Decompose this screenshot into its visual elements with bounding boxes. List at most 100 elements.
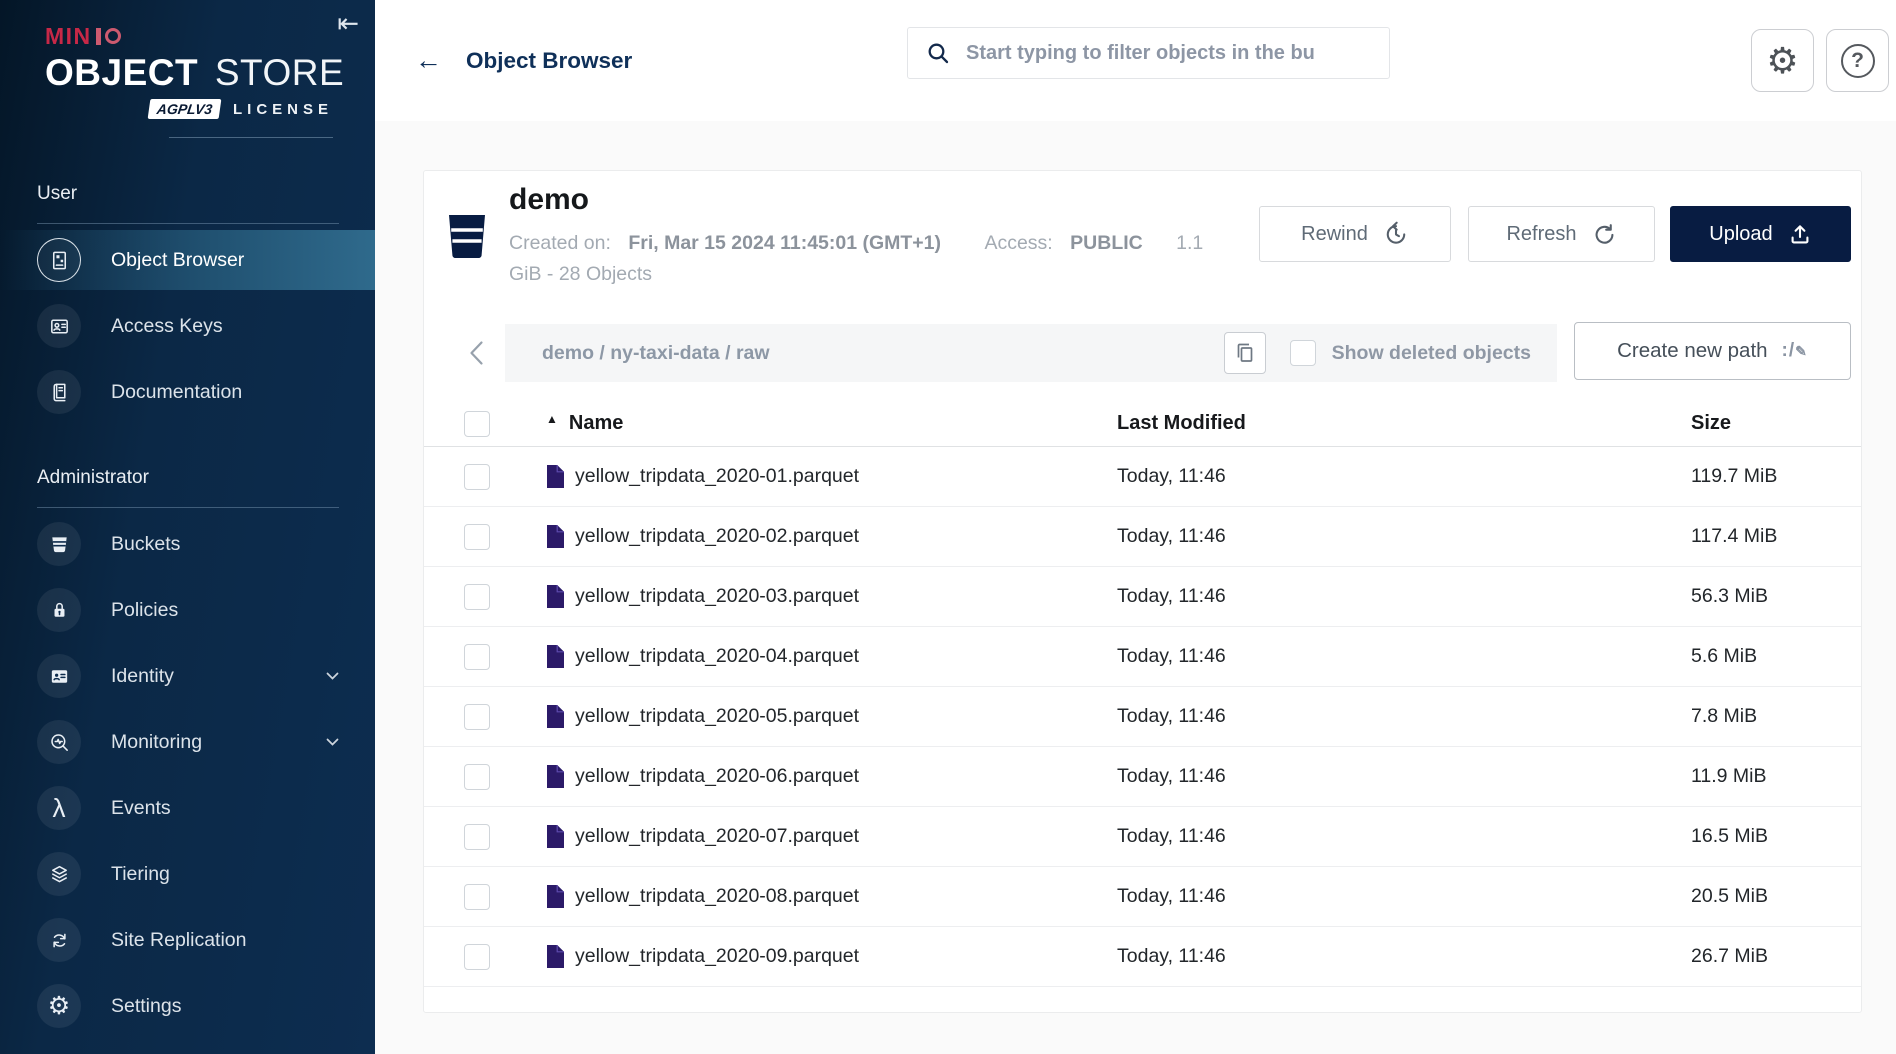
column-header-name[interactable]: ▲ Name: [546, 412, 1117, 435]
help-button[interactable]: ?: [1826, 29, 1889, 92]
chevron-down-icon[interactable]: [326, 738, 339, 746]
tiering-icon: [37, 852, 81, 896]
object-browser-icon: [37, 238, 81, 282]
table-row[interactable]: yellow_tripdata_2020-08.parquet Today, 11…: [424, 867, 1861, 927]
access-keys-icon: [37, 304, 81, 348]
table-row[interactable]: yellow_tripdata_2020-01.parquet Today, 11…: [424, 447, 1861, 507]
access-label: Access:: [984, 232, 1052, 254]
row-checkbox[interactable]: [464, 944, 490, 970]
identity-icon: [37, 654, 81, 698]
search-box: [907, 27, 1390, 79]
object-name[interactable]: yellow_tripdata_2020-06.parquet: [575, 765, 859, 788]
sidebar-item-identity[interactable]: Identity: [0, 646, 375, 706]
path-back-chevron[interactable]: [454, 329, 498, 377]
sidebar-item-documentation[interactable]: Documentation: [0, 362, 375, 422]
sidebar-item-label: Site Replication: [111, 929, 247, 952]
object-name[interactable]: yellow_tripdata_2020-07.parquet: [575, 825, 859, 848]
copy-path-button[interactable]: [1224, 332, 1266, 374]
object-size: 20.5 MiB: [1691, 885, 1861, 908]
back-title-group: ← Object Browser: [415, 0, 632, 121]
object-last-modified: Today, 11:46: [1117, 945, 1691, 968]
sidebar-item-object-browser[interactable]: Object Browser: [0, 230, 375, 290]
object-name[interactable]: yellow_tripdata_2020-08.parquet: [575, 885, 859, 908]
select-all-checkbox[interactable]: [464, 411, 490, 437]
sidebar-item-access-keys[interactable]: Access Keys: [0, 296, 375, 356]
object-name[interactable]: yellow_tripdata_2020-03.parquet: [575, 585, 859, 608]
object-name[interactable]: yellow_tripdata_2020-01.parquet: [575, 465, 859, 488]
table-row[interactable]: yellow_tripdata_2020-09.parquet Today, 11…: [424, 927, 1861, 987]
object-last-modified: Today, 11:46: [1117, 765, 1691, 788]
table-row[interactable]: yellow_tripdata_2020-05.parquetToday, 11…: [424, 687, 1861, 747]
gear-icon: ⚙: [1766, 43, 1798, 79]
object-name[interactable]: yellow_tripdata_2020-02.parquet: [575, 525, 859, 548]
sidebar-item-policies[interactable]: Policies: [0, 580, 375, 640]
object-size: 5.6 MiB: [1691, 645, 1861, 668]
create-path-label: Create new path: [1617, 339, 1767, 363]
sidebar-item-site-replication[interactable]: Site Replication: [0, 910, 375, 970]
row-checkbox[interactable]: [464, 464, 490, 490]
title-store: STORE: [215, 52, 344, 93]
upload-button[interactable]: Upload: [1670, 206, 1851, 262]
table-row[interactable]: yellow_tripdata_2020-03.parquetToday, 11…: [424, 567, 1861, 627]
back-arrow-icon[interactable]: ←: [415, 47, 442, 74]
refresh-button[interactable]: Refresh: [1468, 206, 1655, 262]
sidebar-item-monitoring[interactable]: Monitoring: [0, 712, 375, 772]
object-size: 117.4 MiB: [1691, 525, 1861, 548]
object-size: 26.7 MiB: [1691, 945, 1861, 968]
breadcrumb[interactable]: demo / ny-taxi-data / raw: [542, 342, 770, 365]
sidebar-collapse-icon[interactable]: ⇤: [337, 8, 359, 39]
row-checkbox[interactable]: [464, 704, 490, 730]
title-object: OBJECT: [45, 52, 198, 93]
column-header-last-modified[interactable]: Last Modified: [1117, 412, 1691, 435]
sidebar-item-buckets[interactable]: Buckets: [0, 514, 375, 574]
sidebar-item-settings[interactable]: ⚙Settings: [0, 976, 375, 1036]
sidebar: ⇤ MIN OBJECT STORE AGPLV3 LICENSE UserOb…: [0, 0, 375, 1054]
filter-objects-input[interactable]: [964, 41, 1375, 66]
table-row[interactable]: yellow_tripdata_2020-04.parquetToday, 11…: [424, 627, 1861, 687]
sidebar-item-label: Policies: [111, 599, 178, 622]
object-last-modified: Today, 11:46: [1117, 885, 1691, 908]
object-store-title: OBJECT STORE: [45, 52, 333, 94]
row-checkbox[interactable]: [464, 764, 490, 790]
object-last-modified: Today, 11:46: [1117, 465, 1691, 488]
brand-min-text: MIN: [45, 23, 92, 50]
rewind-button[interactable]: Rewind: [1259, 206, 1451, 262]
settings-icon: ⚙: [37, 984, 81, 1028]
row-checkbox[interactable]: [464, 524, 490, 550]
object-name[interactable]: yellow_tripdata_2020-04.parquet: [575, 645, 859, 668]
row-checkbox[interactable]: [464, 584, 490, 610]
parquet-file-icon: [546, 644, 565, 669]
show-deleted-checkbox[interactable]: [1290, 340, 1316, 366]
bucket-meta: Created on: Fri, Mar 15 2024 11:45:01 (G…: [509, 228, 1203, 290]
sort-asc-icon: ▲: [546, 412, 558, 426]
object-name[interactable]: yellow_tripdata_2020-05.parquet: [575, 705, 859, 728]
create-new-path-button[interactable]: Create new path :/✎: [1574, 322, 1851, 380]
section-divider: [37, 507, 339, 508]
bucket-icon: [448, 214, 486, 264]
parquet-file-icon: [546, 584, 565, 609]
refresh-icon: [1592, 222, 1617, 247]
table-row[interactable]: yellow_tripdata_2020-02.parquet Today, 11…: [424, 507, 1861, 567]
object-list: yellow_tripdata_2020-01.parquet Today, 11…: [424, 447, 1861, 987]
sidebar-item-tiering[interactable]: Tiering: [0, 844, 375, 904]
row-checkbox[interactable]: [464, 644, 490, 670]
sidebar-item-events[interactable]: λEvents: [0, 778, 375, 838]
settings-gear-button[interactable]: ⚙: [1751, 29, 1814, 92]
created-label: Created on:: [509, 232, 611, 254]
column-header-size[interactable]: Size: [1691, 412, 1861, 435]
object-name[interactable]: yellow_tripdata_2020-09.parquet: [575, 945, 859, 968]
table-row[interactable]: yellow_tripdata_2020-07.parquet Today, 11…: [424, 807, 1861, 867]
table-row[interactable]: yellow_tripdata_2020-06.parquet Today, 11…: [424, 747, 1861, 807]
sidebar-item-label: Events: [111, 797, 171, 820]
row-checkbox[interactable]: [464, 824, 490, 850]
question-icon: ?: [1841, 44, 1875, 78]
bucket-meta-line2: GiB - 28 Objects: [509, 259, 1203, 290]
minio-logo: MIN OBJECT STORE AGPLV3 LICENSE: [0, 0, 375, 119]
chevron-down-icon[interactable]: [326, 672, 339, 680]
row-checkbox[interactable]: [464, 884, 490, 910]
bucket-name: demo: [509, 183, 589, 217]
table-header: ▲ Name Last Modified Size: [424, 401, 1861, 447]
object-last-modified: Today, 11:46: [1117, 825, 1691, 848]
object-size: 7.8 MiB: [1691, 705, 1861, 728]
object-last-modified: Today, 11:46: [1117, 525, 1691, 548]
